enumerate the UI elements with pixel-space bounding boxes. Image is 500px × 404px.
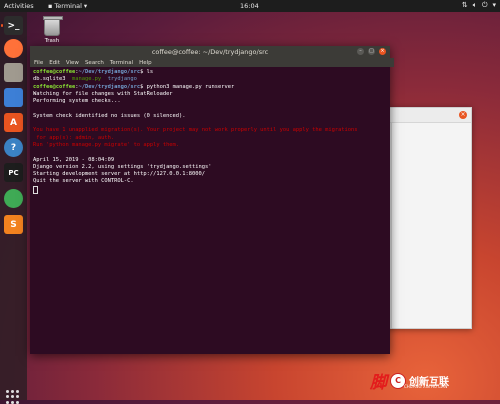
watermark-glyph: 脚 <box>370 373 387 393</box>
system-tray[interactable]: ⇅ 🔈︎ ⏻ ▾ <box>462 1 496 10</box>
trash-label: Trash <box>44 38 60 44</box>
terminal-line: db.sqlite3 manage.py trydjango <box>33 76 137 83</box>
terminal-window[interactable]: coffee@coffee: ~/Dev/trydjango/src – □ ×… <box>30 46 394 354</box>
text-cursor <box>33 185 38 194</box>
menu-view[interactable]: View <box>66 60 79 66</box>
menu-edit[interactable]: Edit <box>49 60 60 66</box>
terminal-line: coffee@coffee:~/Dev/trydjango/src$ ls <box>33 69 154 75</box>
files-icon[interactable] <box>4 63 23 82</box>
background-window-titlebar[interactable]: × <box>385 108 471 123</box>
terminal-line: System check identified no issues (0 sil… <box>33 112 186 119</box>
terminal-line: coffee@coffee:~/Dev/trydjango/src$ pytho… <box>33 83 235 90</box>
terminal-warning-line: You have 1 unapplied migration(s). Your … <box>33 127 358 134</box>
network-icon: ⇅ <box>461 1 468 9</box>
app-menu-label: Terminal <box>54 2 82 10</box>
chevron-down-icon: ▾ <box>83 2 88 10</box>
close-icon[interactable]: × <box>459 111 467 119</box>
menu-terminal[interactable]: Terminal <box>110 60 133 66</box>
software-center-icon[interactable]: A <box>4 113 23 132</box>
terminal-scrollbar[interactable] <box>386 70 389 346</box>
top-bar: Activities ▪ Terminal ▾ 16:04 ⇅ 🔈︎ ⏻ ▾ <box>0 0 500 12</box>
help-icon[interactable]: ? <box>4 138 23 157</box>
minimize-icon[interactable]: – <box>357 48 364 55</box>
watermark: 脚 C 创新互联 CHUANG XIN HU LIAN <box>370 368 449 393</box>
window-title: coffee@coffee: ~/Dev/trydjango/src <box>151 48 269 56</box>
maximize-icon[interactable]: □ <box>368 48 375 55</box>
app-menu-icon: ▪ <box>48 2 53 10</box>
trash-desktop-item[interactable]: Trash <box>40 16 64 44</box>
power-icon: ⏻ <box>481 1 488 9</box>
menu-search[interactable]: Search <box>85 60 104 66</box>
terminal-line: Django version 2.2, using settings 'tryd… <box>33 163 212 170</box>
terminal-line: April 15, 2019 - 08:04:09 <box>33 156 115 163</box>
terminal-titlebar[interactable]: coffee@coffee: ~/Dev/trydjango/src – □ × <box>30 46 390 58</box>
chevron-down-icon: ▾ <box>492 1 496 9</box>
dock: >_ A ? PC S <box>0 12 27 404</box>
watermark-subtitle: CHUANG XIN HU LIAN <box>404 384 448 389</box>
close-icon[interactable]: × <box>379 48 386 55</box>
pycharm-icon[interactable]: PC <box>4 163 23 182</box>
app-menu[interactable]: ▪ Terminal ▾ <box>48 2 87 10</box>
firefox-icon[interactable] <box>4 39 23 58</box>
show-applications-icon[interactable] <box>6 390 20 404</box>
terminal-icon[interactable]: >_ <box>1 16 23 35</box>
clock[interactable]: 16:04 <box>240 2 259 10</box>
sublime-text-icon[interactable]: S <box>4 215 23 234</box>
background-window[interactable]: × <box>384 107 472 329</box>
terminal-menubar: File Edit View Search Terminal Help <box>30 58 394 67</box>
trash-icon <box>43 16 63 36</box>
activities-button[interactable]: Activities <box>4 2 34 10</box>
terminal-line: Quit the server with CONTROL-C. <box>33 178 134 185</box>
terminal-warning-line: Run 'python manage.py migrate' to apply … <box>33 141 180 148</box>
menu-file[interactable]: File <box>34 60 43 66</box>
writer-icon[interactable] <box>4 88 23 107</box>
terminal-line: Watching for file changes with StatReloa… <box>33 90 173 97</box>
terminal-line: Starting development server at http://12… <box>33 171 206 178</box>
terminal-output[interactable]: coffee@coffee:~/Dev/trydjango/src$ ls db.… <box>33 69 387 196</box>
menu-help[interactable]: Help <box>139 60 152 66</box>
green-app-icon[interactable] <box>4 189 23 208</box>
volume-icon: 🔈︎ <box>472 1 477 9</box>
terminal-line: Performing system checks... <box>33 98 121 105</box>
terminal-warning-line: for app(s): admin, auth. <box>33 134 115 141</box>
